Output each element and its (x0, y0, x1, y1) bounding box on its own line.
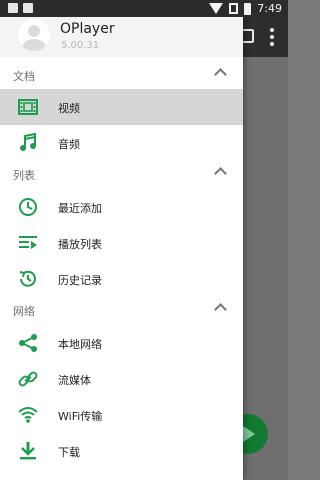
section-title: 网络 (13, 305, 35, 318)
navigation-drawer: OPlayer 5.00.31 文档 视频 音频 列表 最近添加 播放列表 历史… (0, 17, 243, 480)
drawer-item-label: WiFi传输 (58, 410, 103, 423)
status-time: 7:49 (257, 2, 282, 15)
image-notification-icon (8, 3, 18, 13)
drawer-item-label: 历史记录 (58, 274, 102, 287)
video-film-icon (17, 97, 39, 117)
drawer-item-wifi-transfer[interactable]: WiFi传输 (0, 397, 243, 433)
link-icon (17, 369, 39, 389)
section-title: 文档 (13, 70, 35, 83)
wifi-icon (17, 405, 39, 425)
chevron-up-icon (214, 303, 227, 316)
share-icon (17, 333, 39, 353)
playlist-icon (17, 233, 39, 253)
drawer-item-label: 下载 (58, 446, 80, 459)
section-header-documents[interactable]: 文档 (0, 60, 243, 90)
drawer-item-label: 播放列表 (58, 238, 102, 251)
drawer-item-recently-added[interactable]: 最近添加 (0, 189, 243, 225)
more-options-icon (270, 28, 274, 46)
download-icon (17, 441, 39, 461)
drawer-item-label: 本地网络 (58, 338, 102, 351)
battery-icon (244, 2, 252, 15)
sim-icon (229, 3, 239, 14)
music-note-icon (17, 133, 39, 153)
section-title: 列表 (13, 169, 35, 182)
drawer-item-label: 音频 (58, 138, 80, 151)
app-notification-icon (23, 3, 33, 13)
app-version: 5.00.31 (61, 40, 100, 51)
section-header-lists[interactable]: 列表 (0, 159, 243, 189)
drawer-item-download[interactable]: 下载 (0, 433, 243, 469)
drawer-header: OPlayer 5.00.31 (0, 17, 243, 57)
drawer-item-history[interactable]: 历史记录 (0, 261, 243, 297)
chevron-up-icon (214, 167, 227, 180)
clock-icon (17, 197, 39, 217)
section-header-network[interactable]: 网络 (0, 295, 243, 325)
wifi-status-icon (209, 3, 224, 14)
drawer-item-playlist[interactable]: 播放列表 (0, 225, 243, 261)
drawer-item-label: 最近添加 (58, 202, 102, 215)
drawer-item-label: 流媒体 (58, 374, 91, 387)
drawer-item-video[interactable]: 视频 (0, 89, 243, 125)
notification-icons (8, 3, 33, 13)
avatar[interactable] (18, 19, 50, 51)
chevron-up-icon (214, 68, 227, 81)
drawer-item-audio[interactable]: 音频 (0, 125, 243, 161)
drawer-item-local-network[interactable]: 本地网络 (0, 325, 243, 361)
drawer-item-label: 视频 (58, 102, 80, 115)
history-icon (17, 269, 39, 289)
status-bar: 7:49 (0, 0, 288, 17)
drawer-item-streaming[interactable]: 流媒体 (0, 361, 243, 397)
app-name: OPlayer (60, 21, 115, 37)
